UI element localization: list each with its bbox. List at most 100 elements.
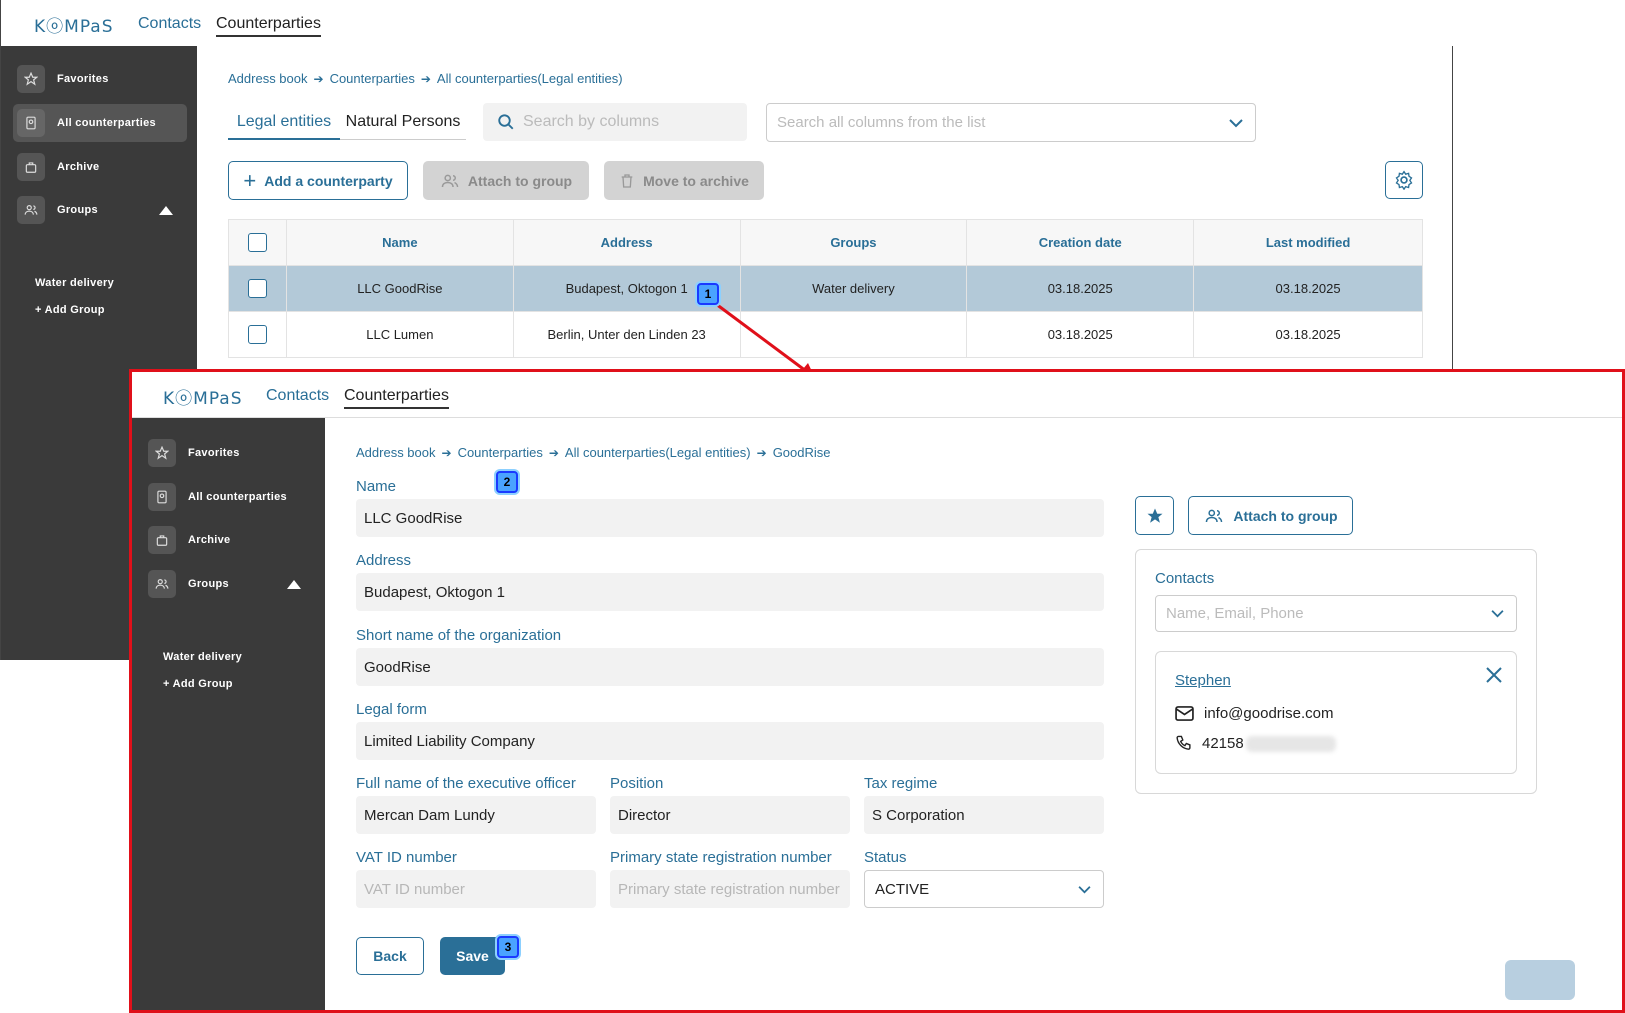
back-button[interactable]: Back [356, 937, 424, 975]
sidebar-label: All counterparties [188, 491, 287, 503]
status-select[interactable]: ACTIVE [864, 870, 1104, 908]
add-group-link[interactable]: + Add Group [163, 678, 233, 690]
collapse-triangle-icon[interactable] [159, 206, 173, 215]
sidebar-label: Archive [188, 534, 231, 546]
contacts-label: Contacts [1155, 570, 1215, 587]
save-button[interactable]: Save [440, 937, 505, 975]
legal-form-input[interactable]: Limited Liability Company [356, 722, 1104, 760]
users-icon [440, 172, 460, 190]
sidebar-item-archive[interactable]: Archive [13, 148, 187, 186]
column-header[interactable]: Last modified [1193, 219, 1423, 266]
contact-phone[interactable]: 42158 [1202, 735, 1244, 752]
cell-modified: 03.18.2025 [1193, 311, 1423, 358]
arrow-right-icon: ➔ [420, 71, 431, 86]
sidebar-item-all-counterparties[interactable]: All counterparties [144, 478, 314, 516]
vat-label: VAT ID number [356, 849, 457, 866]
tab-legal-entities[interactable]: Legal entities [228, 104, 340, 140]
sidebar-item-archive[interactable]: Archive [144, 521, 314, 559]
mail-icon [1175, 706, 1194, 721]
button-label: Move to archive [643, 172, 749, 189]
address-input[interactable]: Budapest, Oktogon 1 [356, 573, 1104, 611]
tab-natural-persons[interactable]: Natural Persons [340, 104, 466, 140]
nav-contacts[interactable]: Contacts [138, 15, 201, 33]
star-icon [148, 439, 176, 467]
nav-contacts[interactable]: Contacts [266, 387, 329, 405]
nav-counterparties[interactable]: Counterparties [216, 15, 321, 37]
row-checkbox[interactable] [247, 325, 267, 344]
table-header-row: Name Address Groups Creation date Last m… [228, 219, 1423, 266]
button-label: Attach to group [1233, 507, 1338, 524]
app-logo[interactable]: KⓞMPaS [163, 384, 243, 409]
detail-header: KⓞMPaS Contacts Counterparties [132, 372, 1622, 418]
star-icon [17, 65, 45, 93]
add-counterparty-button[interactable]: + Add a counterparty [228, 161, 408, 200]
cell-name: LLC GoodRise [285, 265, 514, 312]
detail-window: KⓞMPaS Contacts Counterparties Favorites… [129, 369, 1625, 1013]
list-header: KⓞMPaS Contacts Counterparties [1, 0, 1453, 46]
breadcrumb: Address book ➔ Counterparties ➔ All coun… [356, 445, 831, 460]
vat-input[interactable]: VAT ID number [356, 870, 596, 908]
add-group-link[interactable]: + Add Group [35, 304, 105, 316]
status-value: ACTIVE [875, 880, 930, 898]
search-input[interactable]: Search by columns [483, 103, 747, 141]
settings-button[interactable] [1385, 161, 1423, 199]
scroll-top-button-partial[interactable] [1505, 960, 1575, 1000]
sidebar-item-groups[interactable]: Groups [144, 565, 314, 603]
app-logo[interactable]: KⓞMPaS [34, 12, 114, 37]
position-label: Position [610, 775, 664, 792]
contact-phone-row: 42158 [1175, 735, 1336, 752]
column-header[interactable]: Groups [739, 219, 968, 266]
search-all-dropdown[interactable]: Search all columns from the list [766, 103, 1256, 142]
chevron-down-icon [1078, 885, 1091, 894]
arrow-right-icon: ➔ [313, 71, 324, 86]
arrow-right-icon: ➔ [548, 445, 559, 460]
sidebar-group-water-delivery[interactable]: Water delivery [163, 651, 242, 663]
contacts-search-dropdown[interactable]: Name, Email, Phone [1155, 595, 1517, 632]
cell-created: 03.18.2025 [966, 311, 1195, 358]
short-name-input[interactable]: GoodRise [356, 648, 1104, 686]
users-icon [1203, 507, 1225, 525]
contact-email[interactable]: info@goodrise.com [1204, 705, 1333, 722]
name-input[interactable]: LLC GoodRise [356, 499, 1104, 537]
sidebar-item-groups[interactable]: Groups [13, 191, 187, 229]
collapse-triangle-icon[interactable] [287, 580, 301, 589]
remove-contact-close-icon[interactable] [1485, 666, 1503, 689]
row-checkbox[interactable] [247, 279, 267, 298]
favorite-button[interactable] [1135, 496, 1174, 535]
breadcrumb-item[interactable]: Counterparties [458, 445, 543, 460]
sidebar-item-favorites[interactable]: Favorites [13, 60, 187, 98]
breadcrumb-item[interactable]: Counterparties [330, 71, 415, 86]
contact-name-link[interactable]: Stephen [1175, 672, 1231, 689]
select-all-checkbox[interactable] [247, 233, 267, 252]
button-label: Add a counterparty [264, 172, 393, 189]
breadcrumb-item[interactable]: Address book [356, 445, 436, 460]
column-header[interactable]: Address [512, 219, 741, 266]
executive-input[interactable]: Mercan Dam Lundy [356, 796, 596, 834]
psrn-input[interactable]: Primary state registration number [610, 870, 850, 908]
column-header[interactable]: Name [285, 219, 514, 266]
contact-card: Stephen info@goodrise.com 42158 [1155, 651, 1517, 774]
breadcrumb-item[interactable]: All counterparties(Legal entities) [565, 445, 751, 460]
legal-form-label: Legal form [356, 701, 427, 718]
attach-to-group-button-disabled[interactable]: Attach to group [423, 161, 589, 200]
sidebar: Favorites All counterparties Archive Gro… [132, 418, 325, 1010]
sidebar-group-water-delivery[interactable]: Water delivery [35, 277, 114, 289]
breadcrumb-item[interactable]: All counterparties(Legal entities) [437, 71, 623, 86]
row-select-cell [228, 311, 287, 358]
move-to-archive-button-disabled[interactable]: Move to archive [604, 161, 764, 200]
users-icon [148, 570, 176, 598]
step-badge-2: 2 [496, 471, 518, 493]
tax-regime-input[interactable]: S Corporation [864, 796, 1104, 834]
breadcrumb-item: GoodRise [772, 445, 831, 460]
chevron-down-icon [1229, 118, 1243, 128]
sidebar-item-all-counterparties[interactable]: All counterparties [13, 104, 187, 142]
search-icon [497, 113, 515, 131]
attach-to-group-button[interactable]: Attach to group [1188, 496, 1353, 535]
position-input[interactable]: Director [610, 796, 850, 834]
breadcrumb-item[interactable]: Address book [228, 71, 308, 86]
column-header[interactable]: Creation date [966, 219, 1195, 266]
nav-counterparties[interactable]: Counterparties [344, 387, 449, 409]
sidebar-item-favorites[interactable]: Favorites [144, 434, 314, 472]
step-badge-1: 1 [697, 283, 719, 305]
arrow-right-icon: ➔ [441, 445, 452, 460]
